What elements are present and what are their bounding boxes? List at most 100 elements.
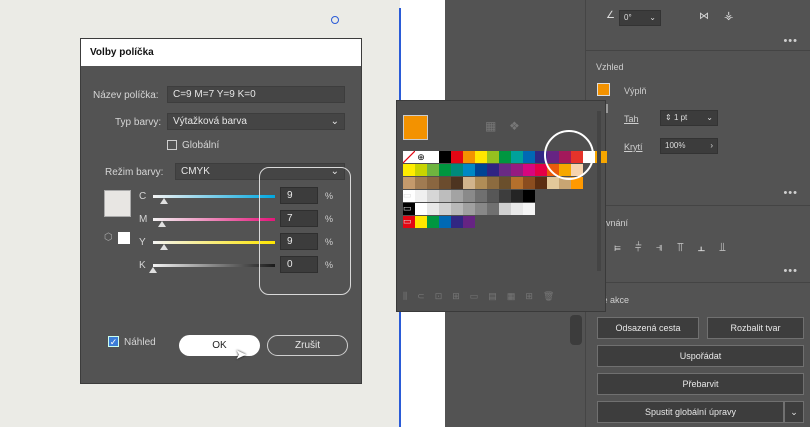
import-icon[interactable]: ⊡ (435, 291, 443, 305)
swatch[interactable] (403, 177, 415, 189)
swatch[interactable] (463, 151, 475, 163)
fill-swatch[interactable] (597, 83, 610, 96)
swatch[interactable] (499, 164, 511, 176)
swatch[interactable] (439, 177, 451, 189)
swatch[interactable] (475, 203, 487, 215)
opacity-label[interactable]: Krytí (624, 142, 643, 152)
swatch[interactable] (463, 190, 475, 202)
cancel-button[interactable]: Zrušit (267, 335, 348, 356)
channel-slider-thumb[interactable] (149, 267, 157, 273)
swatch[interactable] (499, 151, 511, 163)
swatch[interactable] (487, 151, 499, 163)
swatch[interactable] (499, 190, 511, 202)
swatch[interactable] (439, 190, 451, 202)
swatch[interactable] (415, 203, 427, 215)
align-center-horizontal-icon[interactable]: ⫩ (635, 240, 642, 255)
swatch-registration[interactable]: ⊕ (415, 151, 427, 163)
arrange-button[interactable]: Uspořádat (597, 345, 804, 367)
new-swatch-icon[interactable]: ⊞ (525, 291, 533, 305)
recolor-button[interactable]: Přebarvit (597, 373, 804, 395)
edit-icon[interactable]: ⊞ (452, 291, 460, 305)
color-type-select[interactable]: Výtažková barva ⌄ (167, 113, 345, 130)
swatch-group-icon[interactable]: ❖ (509, 119, 520, 133)
opacity-field[interactable]: 100% › (660, 138, 718, 154)
folder-icon[interactable]: ▭ (470, 291, 479, 305)
swatch-scrollbar[interactable] (597, 111, 601, 271)
swatch[interactable] (475, 190, 487, 202)
expand-shape-button[interactable]: Rozbalit tvar (707, 317, 804, 339)
swatch[interactable] (463, 177, 475, 189)
swatch[interactable] (439, 203, 451, 215)
swatch[interactable] (451, 151, 463, 163)
swatch[interactable] (439, 216, 451, 228)
trash-icon[interactable]: 🗑 (543, 291, 554, 305)
swatch[interactable] (475, 151, 487, 163)
swatch[interactable] (547, 177, 559, 189)
swatch[interactable] (475, 177, 487, 189)
swatch[interactable] (415, 177, 427, 189)
align-left-icon[interactable]: ⫢ (614, 240, 621, 255)
swatch[interactable] (523, 203, 535, 215)
gamut-color-swatch[interactable] (118, 232, 130, 244)
align-right-icon[interactable]: ⫣ (656, 240, 663, 255)
channel-slider-track[interactable] (153, 264, 275, 267)
align-bottom-icon[interactable]: ⫫ (719, 240, 726, 255)
chevron-down-icon[interactable]: ⌄ (784, 401, 804, 423)
options-icon[interactable]: ▤ (488, 291, 497, 305)
swatch[interactable] (415, 164, 427, 176)
swatch-libraries-icon[interactable]: ▦ (485, 119, 496, 133)
swatch[interactable] (487, 203, 499, 215)
swatch[interactable] (463, 203, 475, 215)
swatch[interactable] (415, 216, 427, 228)
angle-input[interactable]: 0° ⌄ (619, 10, 661, 26)
swatch[interactable] (487, 190, 499, 202)
swatch[interactable] (487, 177, 499, 189)
more-options-icon[interactable]: ••• (783, 187, 798, 199)
swatch[interactable] (523, 190, 535, 202)
swatch[interactable] (427, 164, 439, 176)
swatch[interactable] (523, 177, 535, 189)
channel-slider-track[interactable] (153, 241, 275, 244)
channel-slider-thumb[interactable] (157, 221, 166, 227)
swatch[interactable] (451, 216, 463, 228)
global-checkbox[interactable] (167, 140, 177, 150)
swatch[interactable] (511, 151, 523, 163)
swatch[interactable] (523, 164, 535, 176)
current-fill-swatch[interactable] (403, 115, 428, 140)
swatch[interactable] (535, 164, 547, 176)
stroke-label[interactable]: Tah (624, 114, 639, 124)
more-options-icon[interactable]: ••• (783, 35, 798, 47)
swatch[interactable] (475, 164, 487, 176)
swatch-none[interactable] (403, 151, 415, 163)
swatch-name-input[interactable]: C=9 M=7 Y=9 K=0 (167, 86, 345, 103)
swatch[interactable] (535, 177, 547, 189)
align-center-vertical-icon[interactable]: ⫠ (698, 240, 705, 255)
align-top-icon[interactable]: ⫪ (677, 240, 684, 255)
channel-slider-thumb[interactable] (159, 198, 168, 204)
swatch[interactable] (415, 190, 427, 202)
swatch[interactable] (403, 164, 415, 176)
swatch[interactable] (451, 190, 463, 202)
preview-checkbox[interactable]: ✓ (108, 336, 119, 347)
swatch[interactable] (523, 151, 535, 163)
anchor-handle-icon[interactable] (331, 16, 339, 24)
chevron-down-icon[interactable]: ⌄ (706, 113, 713, 122)
panel-splitter[interactable] (570, 315, 582, 345)
swatch[interactable] (439, 164, 451, 176)
channel-slider-track[interactable] (153, 195, 275, 198)
swatch[interactable] (511, 190, 523, 202)
swatch[interactable] (427, 151, 439, 163)
swatch[interactable] (451, 164, 463, 176)
chevron-right-icon[interactable]: › (710, 141, 713, 150)
swatch[interactable] (463, 216, 475, 228)
swatch[interactable] (487, 164, 499, 176)
library-icon[interactable]: ⫼ (403, 291, 407, 305)
swatch[interactable] (511, 177, 523, 189)
flip-horizontal-icon[interactable]: ⋈ (699, 11, 709, 22)
channel-slider-track[interactable] (153, 218, 275, 221)
swatch[interactable] (499, 203, 511, 215)
stroke-weight-field[interactable]: ⇕ 1 pt ⌄ (660, 110, 718, 126)
ok-button[interactable]: OK (179, 335, 260, 356)
kind-icon[interactable]: ⊂ (417, 291, 425, 305)
swatch[interactable] (427, 216, 439, 228)
